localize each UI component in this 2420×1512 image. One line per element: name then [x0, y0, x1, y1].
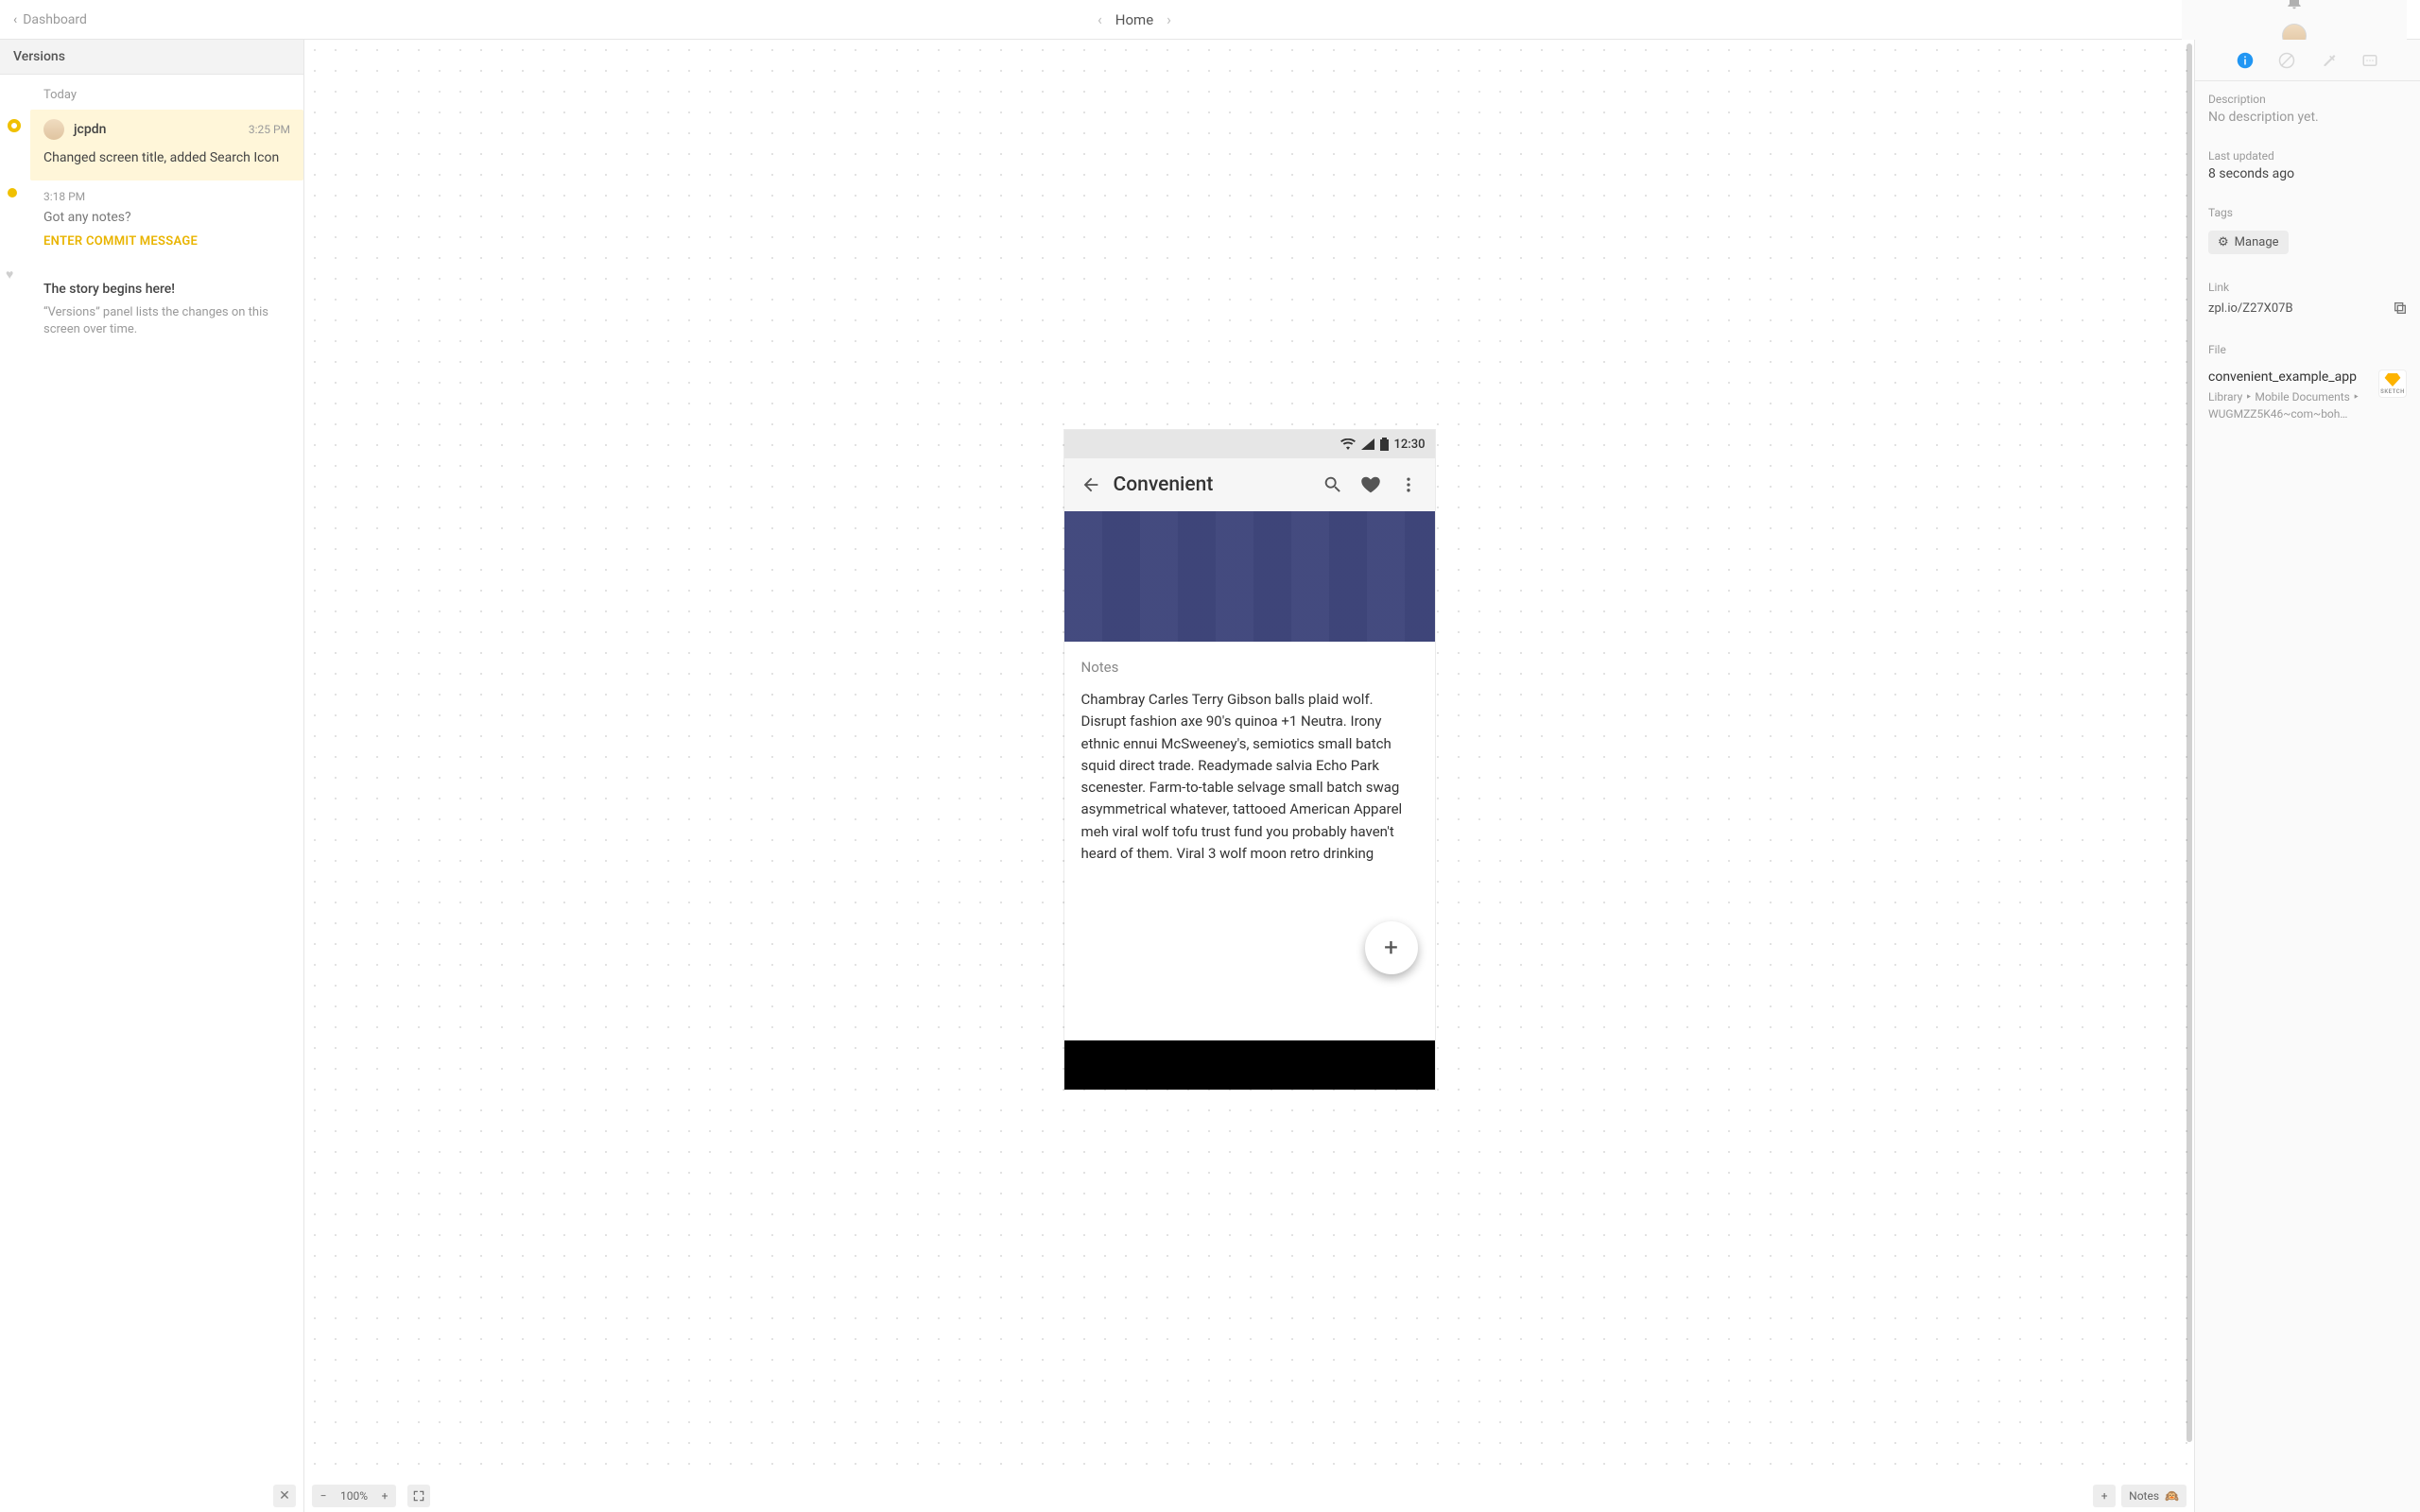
arrow-left-icon: [1080, 474, 1101, 495]
copy-link-button[interactable]: [2390, 298, 2411, 318]
file-card[interactable]: convenient_example_app Library ‣ Mobile …: [2195, 360, 2420, 436]
design-canvas[interactable]: 12:30 Convenient: [304, 40, 2194, 1480]
author-name: jcpdn: [74, 122, 106, 137]
hero-image: [1064, 511, 1435, 642]
topbar: ‹ Dashboard ‹ Home ›: [0, 0, 2420, 40]
zoom-control: − 100% +: [312, 1485, 396, 1507]
next-screen-button[interactable]: ›: [1167, 10, 1171, 28]
battery-icon: [1380, 438, 1389, 451]
plus-icon: +: [1384, 934, 1398, 962]
versions-header: Versions: [0, 40, 303, 75]
search-button[interactable]: [1314, 466, 1352, 504]
close-panel-button[interactable]: ✕: [273, 1485, 296, 1507]
last-updated-label: Last updated: [2195, 138, 2420, 166]
back-button[interactable]: [1072, 466, 1110, 504]
overflow-button[interactable]: [1390, 466, 1427, 504]
sketch-file-icon: SKETCH: [2378, 369, 2407, 398]
version-item[interactable]: jcpdn 3:25 PM Changed screen title, adde…: [30, 110, 303, 180]
copy-icon: [2393, 301, 2408, 316]
expand-button[interactable]: [407, 1485, 430, 1507]
version-group-label: Today: [43, 88, 292, 102]
version-time: 3:18 PM: [43, 190, 290, 203]
comment-icon: [2361, 52, 2378, 69]
author-avatar: [43, 119, 64, 140]
phone-mockup: 12:30 Convenient: [1064, 430, 1435, 1090]
versions-panel: Versions Today jcpdn 3:25 PM Changed scr…: [0, 40, 304, 1512]
signal-icon: [1361, 438, 1374, 450]
sketch-icon: [2384, 373, 2401, 387]
version-time: 3:25 PM: [249, 123, 290, 136]
zoom-value: 100%: [335, 1489, 373, 1503]
notes-body: Chambray Carles Terry Gibson balls plaid…: [1081, 689, 1418, 865]
wifi-icon: [1340, 438, 1356, 450]
timeline-dot: [8, 188, 17, 198]
favorite-button[interactable]: [1352, 466, 1390, 504]
prev-screen-button[interactable]: ‹: [1098, 10, 1102, 28]
heart-icon: [1360, 474, 1381, 495]
link-label: Link: [2195, 269, 2420, 298]
zoom-in-button[interactable]: +: [373, 1485, 396, 1507]
close-icon: ✕: [279, 1488, 290, 1503]
inspector-panel: Description No description yet. Last upd…: [2195, 40, 2420, 1512]
version-intro: ♥ The story begins here! “Versions” pane…: [30, 262, 303, 352]
heart-icon: ♥: [6, 266, 19, 280]
notes-toggle-button[interactable]: Notes 🙉: [2121, 1485, 2187, 1507]
manage-tags-button[interactable]: ⚙ Manage: [2208, 231, 2289, 254]
info-icon: [2237, 52, 2254, 69]
plus-icon: +: [2101, 1489, 2108, 1503]
app-title: Convenient: [1114, 473, 1214, 496]
description-value[interactable]: No description yet.: [2195, 110, 2420, 138]
notes-heading: Notes: [1081, 659, 1418, 676]
version-item[interactable]: 3:18 PM Got any notes? ENTER COMMIT MESS…: [30, 180, 303, 262]
file-path: Library ‣ Mobile Documents ‣ WUGMZZ5K46~…: [2208, 388, 2369, 422]
search-icon: [1322, 474, 1343, 495]
screen-title: Home: [1115, 11, 1153, 28]
back-label: Dashboard: [23, 12, 87, 27]
zoom-out-button[interactable]: −: [312, 1485, 335, 1507]
version-note: Got any notes?: [43, 209, 290, 227]
scrollbar[interactable]: [2187, 43, 2192, 1442]
notifications-button[interactable]: [2285, 0, 2304, 10]
story-title: The story begins here!: [43, 281, 290, 299]
notes-emoji: 🙉: [2165, 1489, 2179, 1503]
description-label: Description: [2195, 81, 2420, 110]
tab-layers[interactable]: [2276, 50, 2297, 71]
file-name: convenient_example_app: [2208, 369, 2369, 385]
status-bar: 12:30: [1064, 430, 1435, 458]
back-to-dashboard[interactable]: ‹ Dashboard: [13, 12, 87, 27]
notes-label: Notes: [2129, 1489, 2159, 1503]
nav-bar: [1064, 1040, 1435, 1090]
tab-info[interactable]: [2235, 50, 2256, 71]
expand-icon: [412, 1489, 425, 1503]
file-label: File: [2195, 332, 2420, 360]
brush-icon: [2278, 52, 2295, 69]
chevron-left-icon: ‹: [13, 12, 17, 27]
status-time: 12:30: [1394, 438, 1426, 452]
enter-commit-prompt[interactable]: ENTER COMMIT MESSAGE: [43, 234, 290, 249]
last-updated-value: 8 seconds ago: [2195, 166, 2420, 195]
manage-label: Manage: [2235, 235, 2279, 249]
more-vert-icon: [1399, 475, 1418, 494]
app-bar: Convenient: [1064, 458, 1435, 511]
tags-label: Tags: [2195, 195, 2420, 223]
fab-add-button[interactable]: +: [1365, 921, 1418, 974]
timeline-dot-selected: [8, 119, 21, 132]
phone-body: Notes Chambray Carles Terry Gibson balls…: [1064, 642, 1435, 1040]
story-help: “Versions” panel lists the changes on th…: [43, 304, 290, 338]
canvas-footer: − 100% + + Notes 🙉: [304, 1480, 2194, 1512]
tab-comments[interactable]: [2360, 50, 2380, 71]
eyedropper-icon: [2320, 52, 2337, 69]
bell-icon: [2285, 0, 2304, 10]
gear-icon: ⚙: [2218, 235, 2229, 249]
commit-message: Changed screen title, added Search Icon: [43, 149, 290, 167]
add-note-button[interactable]: +: [2093, 1485, 2116, 1507]
tab-color[interactable]: [2318, 50, 2339, 71]
link-value[interactable]: zpl.io/Z27X07B: [2208, 301, 2382, 316]
inspector-tabs: [2195, 40, 2420, 81]
canvas-area: 12:30 Convenient: [304, 40, 2195, 1512]
